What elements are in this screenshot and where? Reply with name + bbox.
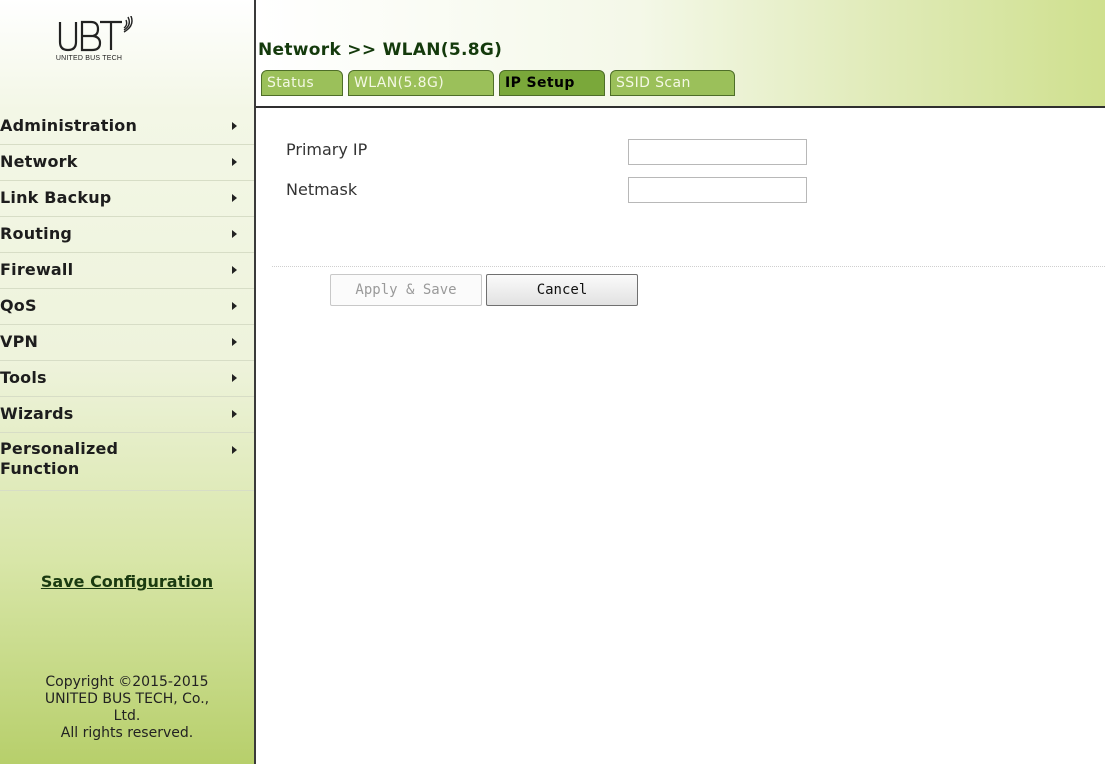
arrow-right-icon [232,194,237,202]
save-configuration-link[interactable]: Save Configuration [0,572,254,591]
copyright-line: UNITED BUS TECH, Co., [44,691,210,707]
arrow-right-icon [232,446,237,454]
sidebar-item-vpn[interactable]: VPN [0,325,254,361]
tab-ip-setup[interactable]: IP Setup [499,70,605,96]
arrow-right-icon [232,338,237,346]
sidebar-item-label: Routing [0,224,73,243]
sidebar-item-label: Wizards [0,404,74,423]
sidebar-menu: Administration Network Link Backup Routi… [0,109,254,491]
primary-ip-input[interactable] [628,139,807,165]
netmask-input[interactable] [628,177,807,203]
page-header: Network >> WLAN(5.8G) Status WLAN(5.8G) … [256,0,1105,108]
sidebar-item-label: Administration [0,116,138,135]
arrow-right-icon [232,302,237,310]
copyright-line: Ltd. [113,708,141,724]
copyright-line: All rights reserved. [60,725,194,741]
sidebar-item-wizards[interactable]: Wizards [0,397,254,433]
copyright-line: Copyright ©2015-2015 [45,674,209,690]
logo-subtitle: UNITED BUS TECH [55,55,123,62]
arrow-right-icon [232,410,237,418]
sidebar-item-label: Firewall [0,260,74,279]
arrow-right-icon [232,122,237,130]
sidebar-item-tools[interactable]: Tools [0,361,254,397]
sidebar-item-label: QoS [0,296,37,315]
copyright-notice: Copyright ©2015-2015 UNITED BUS TECH, Co… [0,674,254,742]
tab-wlan-5-8g[interactable]: WLAN(5.8G) [348,70,494,96]
sidebar-item-firewall[interactable]: Firewall [0,253,254,289]
tab-ssid-scan[interactable]: SSID Scan [610,70,735,96]
sidebar-item-label: Tools [0,368,47,387]
main-content: Primary IP Netmask Apply & Save Cancel [256,108,1105,764]
sidebar-item-label: Network [0,152,78,171]
sidebar-item-label: Link Backup [0,188,112,207]
sidebar: UNITED BUS TECH Administration Network L… [0,0,256,764]
sidebar-item-routing[interactable]: Routing [0,217,254,253]
sidebar-item-administration[interactable]: Administration [0,109,254,145]
arrow-right-icon [232,266,237,274]
netmask-label: Netmask [286,180,358,199]
cancel-button[interactable]: Cancel [486,274,638,306]
breadcrumb: Network >> WLAN(5.8G) [258,40,503,60]
apply-save-button[interactable]: Apply & Save [330,274,482,306]
arrow-right-icon [232,374,237,382]
sidebar-item-label: VPN [0,332,39,351]
sidebar-item-network[interactable]: Network [0,145,254,181]
sidebar-item-link-backup[interactable]: Link Backup [0,181,254,217]
sidebar-item-personalized-function[interactable]: Personalized Function [0,433,254,491]
ubt-logo-mark [58,16,133,52]
wifi-signal-icon [123,16,133,33]
arrow-right-icon [232,158,237,166]
section-divider [272,266,1105,267]
sidebar-item-qos[interactable]: QoS [0,289,254,325]
logo: UNITED BUS TECH [44,16,164,72]
primary-ip-label: Primary IP [286,140,368,159]
sidebar-item-label: Personalized Function [0,439,119,478]
tab-status[interactable]: Status [261,70,343,96]
arrow-right-icon [232,230,237,238]
